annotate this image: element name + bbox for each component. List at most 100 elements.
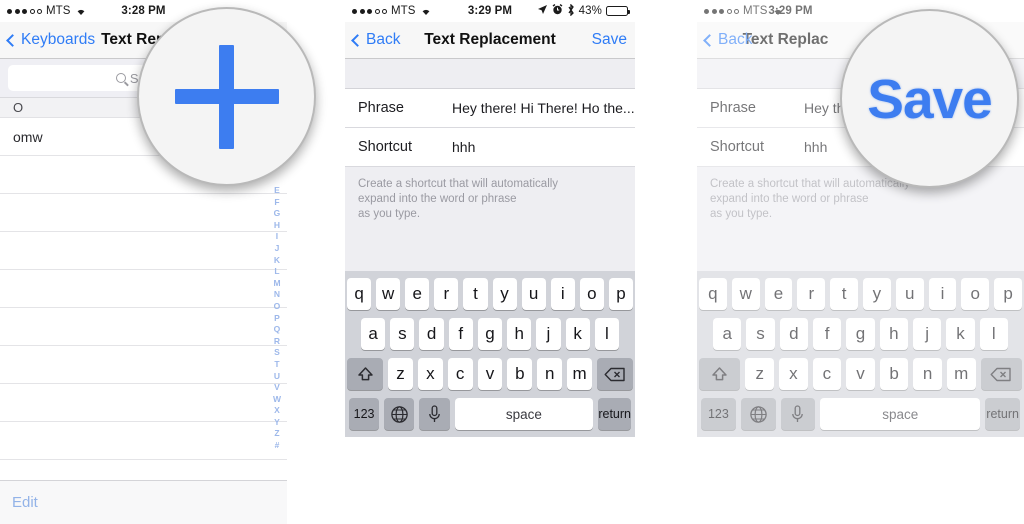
index-letter[interactable]: M bbox=[273, 278, 280, 290]
index-letter[interactable]: Y bbox=[274, 417, 280, 429]
key-m[interactable]: m bbox=[946, 358, 976, 390]
key-s[interactable]: s bbox=[390, 318, 415, 350]
index-letter[interactable]: U bbox=[274, 371, 280, 383]
shortcut-field[interactable]: hhh bbox=[804, 139, 827, 155]
shift-arrow-icon[interactable] bbox=[347, 358, 384, 390]
key-v[interactable]: v bbox=[477, 358, 503, 390]
key-s[interactable]: s bbox=[746, 318, 775, 350]
key-c[interactable]: c bbox=[812, 358, 842, 390]
index-letter[interactable]: Q bbox=[274, 324, 281, 336]
key-p[interactable]: p bbox=[608, 278, 633, 310]
index-letter[interactable]: V bbox=[274, 382, 280, 394]
index-letter[interactable]: P bbox=[274, 313, 280, 325]
key-q[interactable]: q bbox=[347, 278, 372, 310]
key-t[interactable]: t bbox=[463, 278, 488, 310]
key-y[interactable]: y bbox=[492, 278, 517, 310]
key-d[interactable]: d bbox=[779, 318, 808, 350]
key-f[interactable]: f bbox=[813, 318, 842, 350]
index-letter[interactable]: N bbox=[274, 289, 280, 301]
key-x[interactable]: x bbox=[779, 358, 808, 390]
key-return[interactable]: return bbox=[985, 398, 1020, 430]
index-letter[interactable]: L bbox=[274, 266, 279, 278]
index-letter[interactable]: X bbox=[274, 405, 280, 417]
key-r[interactable]: r bbox=[434, 278, 459, 310]
globe-icon[interactable] bbox=[740, 398, 776, 430]
shift-arrow-icon[interactable] bbox=[699, 358, 741, 390]
key-numbers[interactable]: 123 bbox=[349, 398, 380, 430]
key-w[interactable]: w bbox=[376, 278, 401, 310]
key-i[interactable]: i bbox=[928, 278, 957, 310]
key-w[interactable]: w bbox=[731, 278, 760, 310]
key-g[interactable]: g bbox=[846, 318, 875, 350]
key-m[interactable]: m bbox=[567, 358, 592, 390]
back-button[interactable]: Back bbox=[703, 31, 752, 49]
save-button[interactable]: Save bbox=[592, 31, 627, 49]
index-letter[interactable]: R bbox=[274, 336, 280, 348]
key-space[interactable]: space bbox=[820, 398, 981, 430]
alphabet-index-rail[interactable]: E F G H I J K L M N O P Q R S T U V W X Y Z # bbox=[273, 185, 281, 452]
key-o[interactable]: o bbox=[961, 278, 990, 310]
index-letter[interactable]: G bbox=[274, 208, 281, 220]
shortcut-field[interactable]: hhh bbox=[452, 139, 475, 155]
key-k[interactable]: k bbox=[565, 318, 590, 350]
save-button-magnified[interactable]: Save bbox=[867, 67, 992, 131]
key-f[interactable]: f bbox=[448, 318, 473, 350]
key-u[interactable]: u bbox=[521, 278, 546, 310]
key-r[interactable]: r bbox=[797, 278, 826, 310]
key-a[interactable]: a bbox=[361, 318, 386, 350]
key-l[interactable]: l bbox=[979, 318, 1008, 350]
key-return[interactable]: return bbox=[598, 398, 631, 430]
index-letter[interactable]: Z bbox=[274, 428, 279, 440]
key-d[interactable]: d bbox=[419, 318, 444, 350]
index-letter[interactable]: S bbox=[274, 347, 280, 359]
key-space[interactable]: space bbox=[454, 398, 594, 430]
edit-button[interactable]: Edit bbox=[12, 494, 38, 511]
phrase-row[interactable]: Phrase Hey there! Hi There! Ho the... bbox=[345, 89, 635, 128]
index-letter[interactable]: I bbox=[276, 231, 278, 243]
key-q[interactable]: q bbox=[699, 278, 727, 310]
key-b[interactable]: b bbox=[507, 358, 533, 390]
index-letter[interactable]: W bbox=[273, 394, 281, 406]
phrase-field[interactable]: Hey there! Hi There! Ho the... bbox=[452, 100, 635, 116]
key-h[interactable]: h bbox=[879, 318, 908, 350]
key-z[interactable]: z bbox=[745, 358, 775, 390]
index-letter[interactable]: F bbox=[274, 197, 279, 209]
delete-backspace-icon[interactable] bbox=[980, 358, 1022, 390]
key-c[interactable]: c bbox=[447, 358, 473, 390]
key-i[interactable]: i bbox=[550, 278, 575, 310]
key-g[interactable]: g bbox=[477, 318, 503, 350]
key-o[interactable]: o bbox=[579, 278, 604, 310]
key-e[interactable]: e bbox=[764, 278, 793, 310]
key-x[interactable]: x bbox=[417, 358, 443, 390]
key-e[interactable]: e bbox=[405, 278, 430, 310]
key-t[interactable]: t bbox=[830, 278, 858, 310]
index-letter[interactable]: O bbox=[274, 301, 281, 313]
index-letter[interactable]: T bbox=[274, 359, 279, 371]
key-l[interactable]: l bbox=[594, 318, 619, 350]
microphone-icon[interactable] bbox=[780, 398, 816, 430]
shortcut-row[interactable]: Shortcut hhh bbox=[345, 128, 635, 167]
key-h[interactable]: h bbox=[507, 318, 532, 350]
key-numbers[interactable]: 123 bbox=[701, 398, 736, 430]
index-letter[interactable]: J bbox=[275, 243, 280, 255]
key-u[interactable]: u bbox=[895, 278, 924, 310]
back-button[interactable]: Back bbox=[351, 31, 400, 49]
plus-icon[interactable] bbox=[174, 44, 279, 149]
index-letter[interactable]: # bbox=[275, 440, 280, 452]
key-p[interactable]: p bbox=[994, 278, 1022, 310]
index-letter[interactable]: H bbox=[274, 220, 280, 232]
key-b[interactable]: b bbox=[879, 358, 909, 390]
globe-icon[interactable] bbox=[384, 398, 415, 430]
key-a[interactable]: a bbox=[713, 318, 742, 350]
index-letter[interactable]: K bbox=[274, 255, 280, 267]
key-j[interactable]: j bbox=[912, 318, 942, 350]
key-y[interactable]: y bbox=[863, 278, 891, 310]
key-n[interactable]: n bbox=[913, 358, 942, 390]
key-j[interactable]: j bbox=[536, 318, 561, 350]
key-k[interactable]: k bbox=[946, 318, 975, 350]
index-letter[interactable]: E bbox=[274, 185, 280, 197]
microphone-icon[interactable] bbox=[419, 398, 450, 430]
key-z[interactable]: z bbox=[388, 358, 413, 390]
key-n[interactable]: n bbox=[537, 358, 563, 390]
back-button-keyboards[interactable]: Keyboards bbox=[6, 31, 95, 49]
